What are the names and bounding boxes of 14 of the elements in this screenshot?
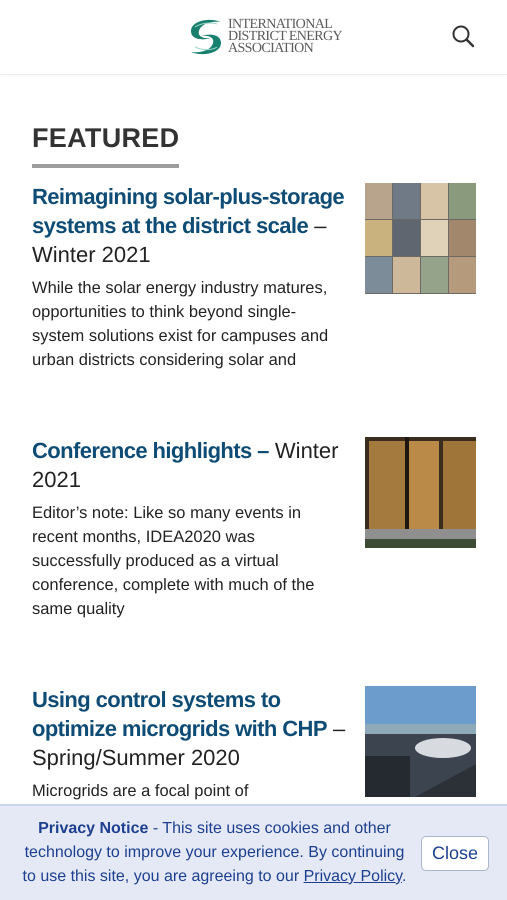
logo-text: DISTRICT ENERGY [228,31,342,43]
article-title[interactable]: Using control systems to optimize microgrids with CHP – Spring/Summer 2020 [32,685,347,772]
article-excerpt: While the solar energy industry matures, opportunities to think beyond single-system solutions exist for campuses and urban districts considering solar and [32,278,330,371]
close-button[interactable]: Close [420,836,489,870]
privacy-notice-text: Privacy Notice - This site uses cookies and other technology to improve your experience. By continuing to use this site, you are agreeing to our Privacy Policy. [22,819,407,887]
logo-text: INTERNATIONAL [228,19,332,31]
privacy-policy-link[interactable]: Privacy Policy [304,868,402,885]
section-heading: FEATURED [32,123,180,168]
search-icon[interactable] [451,24,475,48]
article-title[interactable]: Conference highlights – Winter 2021 [32,436,347,494]
logo-text: ASSOCIATION [228,43,314,55]
article-title[interactable]: Reimagining solar-plus-storage systems at the district scale – Winter 2021 [32,182,347,269]
article-excerpt: Editor’s note: Like so many events in recent months, IDEA2020 was successfully produced as a virtual conference, complete with much of the same quality [32,503,316,620]
article-excerpt: Microgrids are a focal point of [32,781,250,802]
